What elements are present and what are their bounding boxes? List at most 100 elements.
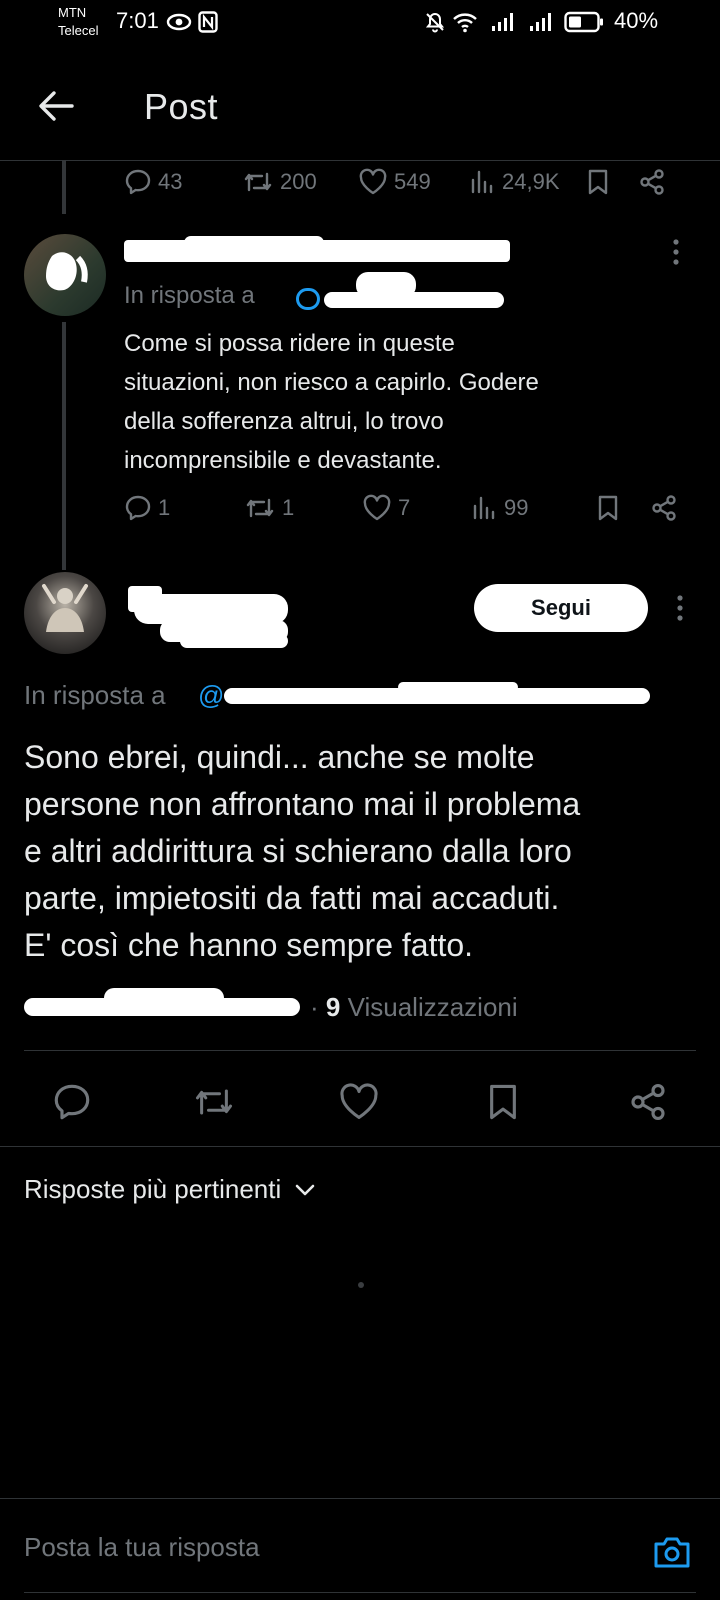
reply-composer: Posta la tua risposta	[0, 1500, 720, 1600]
heart-icon	[363, 494, 391, 521]
share-icon	[652, 495, 676, 521]
share-button[interactable]	[628, 1082, 668, 1122]
arrow-left-icon	[39, 91, 74, 121]
heart-icon	[340, 1083, 378, 1119]
replying-to: In risposta a	[124, 282, 255, 310]
heart-icon	[359, 168, 387, 195]
avatar-redaction-icon	[46, 252, 88, 291]
battery-icon	[564, 10, 604, 34]
replying-to: In risposta a	[24, 680, 166, 711]
reply-action[interactable]: 1	[124, 494, 170, 522]
replies-sort-dropdown[interactable]: Risposte più pertinenti	[24, 1174, 315, 1205]
share-button[interactable]	[638, 168, 666, 196]
views-count: 99	[504, 495, 529, 520]
bookmark-button[interactable]	[596, 494, 620, 522]
like-action[interactable]: 549	[358, 168, 431, 196]
divider	[0, 1146, 720, 1147]
wifi-icon	[452, 10, 478, 34]
repost-count: 200	[280, 169, 317, 194]
camera-icon	[654, 1537, 690, 1568]
repost-count: 1	[282, 495, 295, 520]
like-button[interactable]	[338, 1082, 380, 1122]
top-app-bar: Post	[0, 60, 720, 158]
views-count: 9	[325, 992, 341, 1022]
camera-button[interactable]	[652, 1534, 692, 1575]
status-bar: MTN Telecel 7:01 40%	[0, 0, 720, 48]
share-icon	[631, 1084, 665, 1120]
post-line-1: Sono ebrei, quindi... anche se molte	[24, 739, 535, 775]
timestamp-redacted	[24, 988, 304, 1024]
signal-2-icon	[526, 10, 552, 34]
more-vertical-icon	[673, 239, 679, 265]
post-body: Sono ebrei, quindi... anche se molte per…	[24, 734, 696, 969]
carrier-1: MTN	[58, 5, 87, 20]
more-options-button[interactable]	[672, 238, 680, 271]
bookmark-button[interactable]	[486, 1082, 520, 1122]
post-line-3: e altri addirittura si schierano dalla l…	[24, 833, 572, 869]
signal-1-icon	[490, 10, 514, 34]
carrier-label: MTN Telecel	[58, 4, 98, 40]
post-line-2: persone non affrontano mai il problema	[24, 786, 581, 822]
person-silhouette-icon	[42, 584, 88, 632]
reply-input[interactable]: Posta la tua risposta	[24, 1532, 260, 1563]
comment-icon	[54, 1084, 90, 1120]
page-title: Post	[144, 86, 219, 127]
share-icon	[640, 169, 664, 195]
more-options-button[interactable]	[676, 594, 684, 627]
follow-button[interactable]: Segui	[474, 584, 648, 632]
replying-to-label: In risposta a	[24, 680, 166, 710]
views-action[interactable]: 99	[472, 494, 528, 522]
repost-icon	[195, 1089, 233, 1115]
battery-percent: 40%	[614, 8, 659, 33]
post-views: · 9 Visualizzazioni	[310, 992, 518, 1023]
post-line-5: E' così che hanno sempre fatto.	[24, 927, 474, 963]
loading-indicator	[358, 1282, 364, 1288]
reply-line-2: situazioni, non riesco a capirlo. Godere	[124, 369, 539, 396]
replying-to-handles-redacted[interactable]: @	[198, 680, 654, 710]
clock: 7:01	[116, 8, 159, 33]
more-vertical-icon	[677, 595, 683, 621]
like-action[interactable]: 7	[362, 494, 410, 522]
eye-icon	[166, 10, 192, 34]
avatar[interactable]	[24, 572, 106, 654]
bookmark-button[interactable]	[586, 168, 610, 196]
reply-action[interactable]: 43	[124, 168, 182, 196]
replies-sort-label: Risposte più pertinenti	[24, 1174, 282, 1204]
views-label: Visualizzazioni	[347, 992, 518, 1022]
avatar[interactable]	[24, 234, 106, 316]
reply-button[interactable]	[52, 1082, 92, 1122]
repost-action[interactable]: 200	[242, 168, 317, 196]
header-divider	[0, 160, 720, 161]
views-action[interactable]: 24,9K	[470, 168, 560, 196]
reply-line-3: della sofferenza altrui, lo trovo	[124, 408, 444, 435]
composer-underline	[24, 1592, 696, 1593]
divider	[24, 1050, 696, 1051]
repost-icon	[246, 498, 274, 518]
back-button[interactable]	[34, 84, 78, 128]
repost-action[interactable]: 1	[244, 494, 294, 522]
reply-line-1: Come si possa ridere in queste	[124, 330, 455, 357]
username-redacted	[124, 236, 516, 266]
reply-line-4: incomprensibile e devastante.	[124, 447, 442, 474]
analytics-icon	[473, 496, 495, 520]
replying-to-handle-redacted[interactable]	[296, 272, 510, 312]
reply-count: 1	[158, 495, 171, 520]
repost-button[interactable]	[192, 1082, 236, 1122]
repost-icon	[244, 172, 272, 192]
comment-icon	[125, 495, 151, 521]
views-count: 24,9K	[502, 169, 560, 194]
mute-icon	[424, 10, 446, 34]
reply-count: 43	[158, 169, 183, 194]
post-line-4: parte, impietositi da fatti mai accaduti…	[24, 880, 560, 916]
replying-to-label: In risposta a	[124, 282, 255, 309]
like-count: 549	[394, 169, 431, 194]
like-count: 7	[398, 495, 411, 520]
bookmark-icon	[598, 495, 618, 521]
thread-line-mid	[62, 322, 66, 570]
carrier-2: Telecel	[58, 23, 99, 38]
author-name-redacted[interactable]	[124, 582, 294, 654]
analytics-icon	[471, 170, 493, 194]
share-button[interactable]	[650, 494, 678, 522]
meta-separator: ·	[310, 992, 326, 1022]
nfc-icon	[198, 10, 218, 34]
